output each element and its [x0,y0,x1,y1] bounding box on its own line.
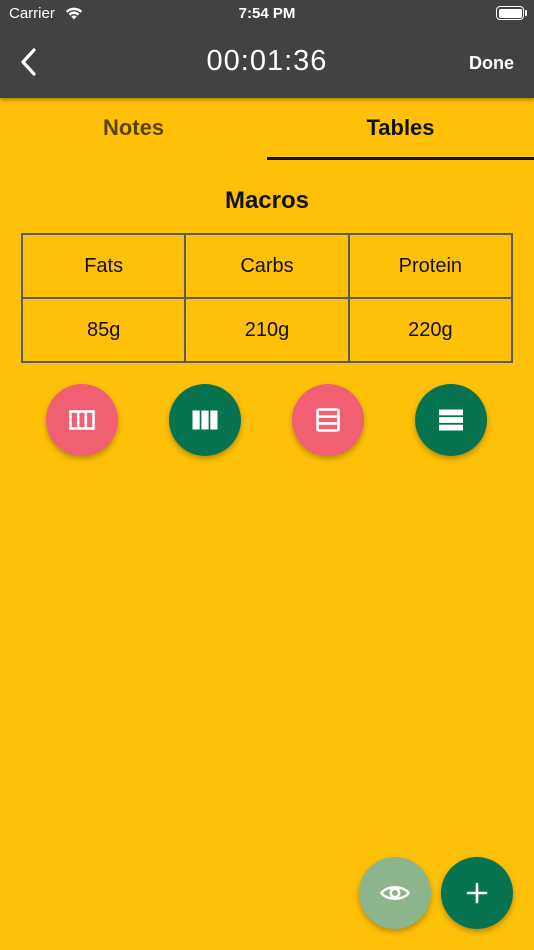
tab-tables[interactable]: Tables [267,98,534,160]
status-time: 7:54 PM [238,5,296,22]
table-cell[interactable]: 210g [184,297,350,363]
done-button[interactable]: Done [469,53,514,74]
table-row: 85g 210g 220g [20,297,514,363]
top-app-bar: Carrier 7:54 PM 00:01:36 Done [0,0,534,98]
add-column-icon [69,410,95,430]
status-bar: Carrier 7:54 PM [0,0,534,28]
table-cell[interactable]: 85g [20,297,187,363]
tab-notes[interactable]: Notes [0,98,267,160]
add-row-button[interactable] [292,384,364,456]
remove-column-icon [192,410,218,430]
table-actions [0,384,534,458]
table-cell[interactable]: Fats [20,233,187,299]
table-cell[interactable]: Carbs [184,233,350,299]
table-header-row: Fats Carbs Protein [20,233,514,299]
elapsed-timer: 00:01:36 [206,45,328,77]
remove-row-icon [439,409,463,431]
add-button[interactable] [441,857,513,929]
plus-icon [466,882,488,904]
eye-icon [380,886,410,900]
remove-row-button[interactable] [415,384,487,456]
battery-cap [525,10,527,16]
active-tab-indicator [267,157,534,160]
add-row-icon [316,408,340,432]
table-title: Macros [224,187,310,214]
add-column-button[interactable] [46,384,118,456]
preview-button[interactable] [359,857,431,929]
battery-icon [496,6,524,20]
macros-table: Fats Carbs Protein 85g 210g 220g [20,233,514,363]
tab-bar: Notes Tables [0,98,534,160]
navigation-bar: 00:01:36 Done [0,30,534,94]
table-cell[interactable]: Protein [347,233,514,299]
table-cell[interactable]: 220g [347,297,514,363]
remove-column-button[interactable] [169,384,241,456]
